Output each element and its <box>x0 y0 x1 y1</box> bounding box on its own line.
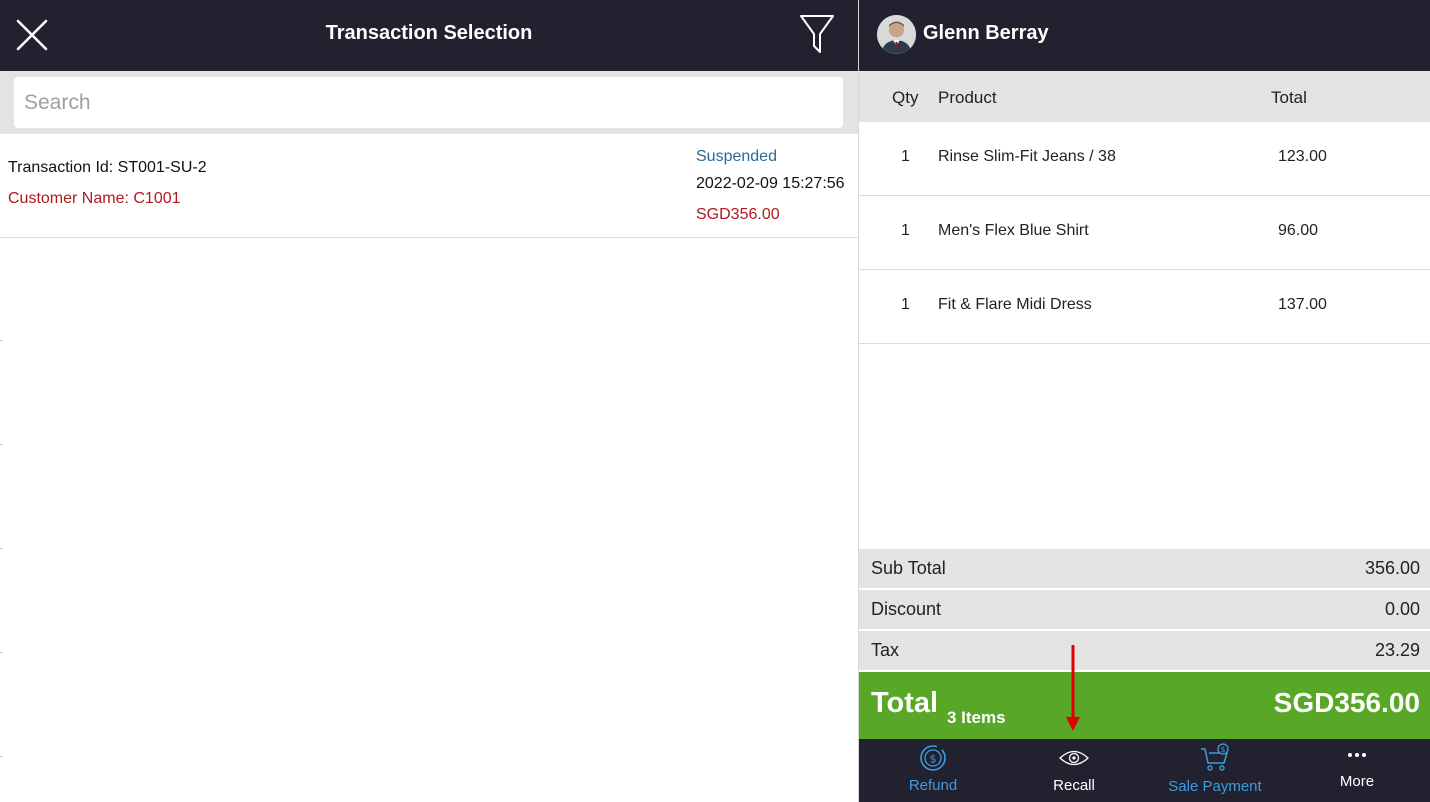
avatar[interactable] <box>877 15 916 54</box>
tax-label: Tax <box>871 640 900 660</box>
filter-button[interactable] <box>798 12 836 56</box>
recall-label: Recall <box>1053 777 1095 794</box>
sale-payment-label: Sale Payment <box>1168 778 1262 795</box>
item-qty: 1 <box>901 222 910 239</box>
more-label: More <box>1339 773 1375 790</box>
total-amount: SGD356.00 <box>1273 687 1420 718</box>
divider <box>0 340 3 341</box>
refund-dollar-icon: $ <box>920 745 946 771</box>
item-product: Fit & Flare Midi Dress <box>938 296 1092 313</box>
discount-row[interactable]: Discount 0.00 <box>859 590 1430 629</box>
total-bar[interactable]: Total 3 Items SGD356.00 <box>859 672 1430 739</box>
search-bar <box>0 71 858 134</box>
item-total: 137.00 <box>1278 296 1327 313</box>
eye-icon <box>1059 750 1089 766</box>
transaction-selection-panel: Transaction Selection Transaction Id: ST… <box>0 0 858 802</box>
transaction-row[interactable]: Transaction Id: ST001-SU-2 Customer Name… <box>0 134 858 238</box>
refund-button[interactable]: $ Refund <box>863 739 1003 802</box>
transaction-customer-name: Customer Name: C1001 <box>8 190 181 207</box>
user-avatar-icon <box>877 15 916 54</box>
pos-app: Transaction Selection Transaction Id: ST… <box>0 0 1430 802</box>
divider <box>0 548 3 549</box>
item-total: 96.00 <box>1278 222 1319 239</box>
product-column-header: Product <box>938 88 997 107</box>
divider <box>0 444 3 445</box>
tax-row: Tax 23.29 <box>859 631 1430 670</box>
cart-panel: Glenn Berray Qty Product Total 1 Rinse S… <box>858 0 1430 802</box>
transaction-status: Suspended <box>696 148 777 165</box>
divider <box>0 652 3 653</box>
total-label: Total <box>871 687 939 719</box>
tax-value: 23.29 <box>1374 640 1420 660</box>
svg-text:$: $ <box>1221 745 1226 754</box>
cart-item-row[interactable]: 1 Rinse Slim-Fit Jeans / 38 123.00 <box>859 122 1430 196</box>
cart-item-row[interactable]: 1 Men's Flex Blue Shirt 96.00 <box>859 196 1430 270</box>
transaction-id: Transaction Id: ST001-SU-2 <box>8 159 207 176</box>
sale-payment-button[interactable]: $ Sale Payment <box>1145 739 1285 802</box>
subtotal-label: Sub Total <box>871 558 946 578</box>
discount-value: 0.00 <box>1384 599 1420 619</box>
cart-item-row[interactable]: 1 Fit & Flare Midi Dress 137.00 <box>859 270 1430 344</box>
item-qty: 1 <box>901 296 910 313</box>
cart-table-header: Qty Product Total <box>859 71 1430 122</box>
item-total: 123.00 <box>1278 148 1327 165</box>
cart-dollar-icon: $ <box>1201 743 1229 771</box>
more-dots-icon <box>1348 753 1366 757</box>
filter-icon <box>800 15 834 53</box>
refund-label: Refund <box>908 777 958 794</box>
customer-name[interactable]: Glenn Berray <box>923 22 1049 45</box>
page-title: Transaction Selection <box>325 22 533 44</box>
svg-text:$: $ <box>930 753 937 766</box>
customer-header: Glenn Berray <box>859 0 1430 71</box>
recall-button[interactable]: Recall <box>1004 739 1144 802</box>
transaction-amount: SGD356.00 <box>696 206 780 223</box>
subtotal-row: Sub Total 356.00 <box>859 549 1430 588</box>
qty-column-header: Qty <box>892 88 919 107</box>
item-product: Rinse Slim-Fit Jeans / 38 <box>938 148 1116 165</box>
search-input[interactable] <box>14 77 843 128</box>
transaction-datetime: 2022-02-09 15:27:56 <box>696 175 845 192</box>
bottom-nav: $ Refund Recall $ Sale Payment More <box>859 739 1430 802</box>
item-product: Men's Flex Blue Shirt <box>938 222 1089 239</box>
transaction-selection-header: Transaction Selection <box>0 0 858 71</box>
total-column-header: Total <box>1271 88 1307 107</box>
total-items-count: 3 Items <box>947 708 1006 727</box>
item-qty: 1 <box>901 148 910 165</box>
discount-label: Discount <box>871 599 942 619</box>
subtotal-value: 356.00 <box>1364 558 1420 578</box>
divider <box>0 756 3 757</box>
more-button[interactable]: More <box>1287 739 1427 802</box>
